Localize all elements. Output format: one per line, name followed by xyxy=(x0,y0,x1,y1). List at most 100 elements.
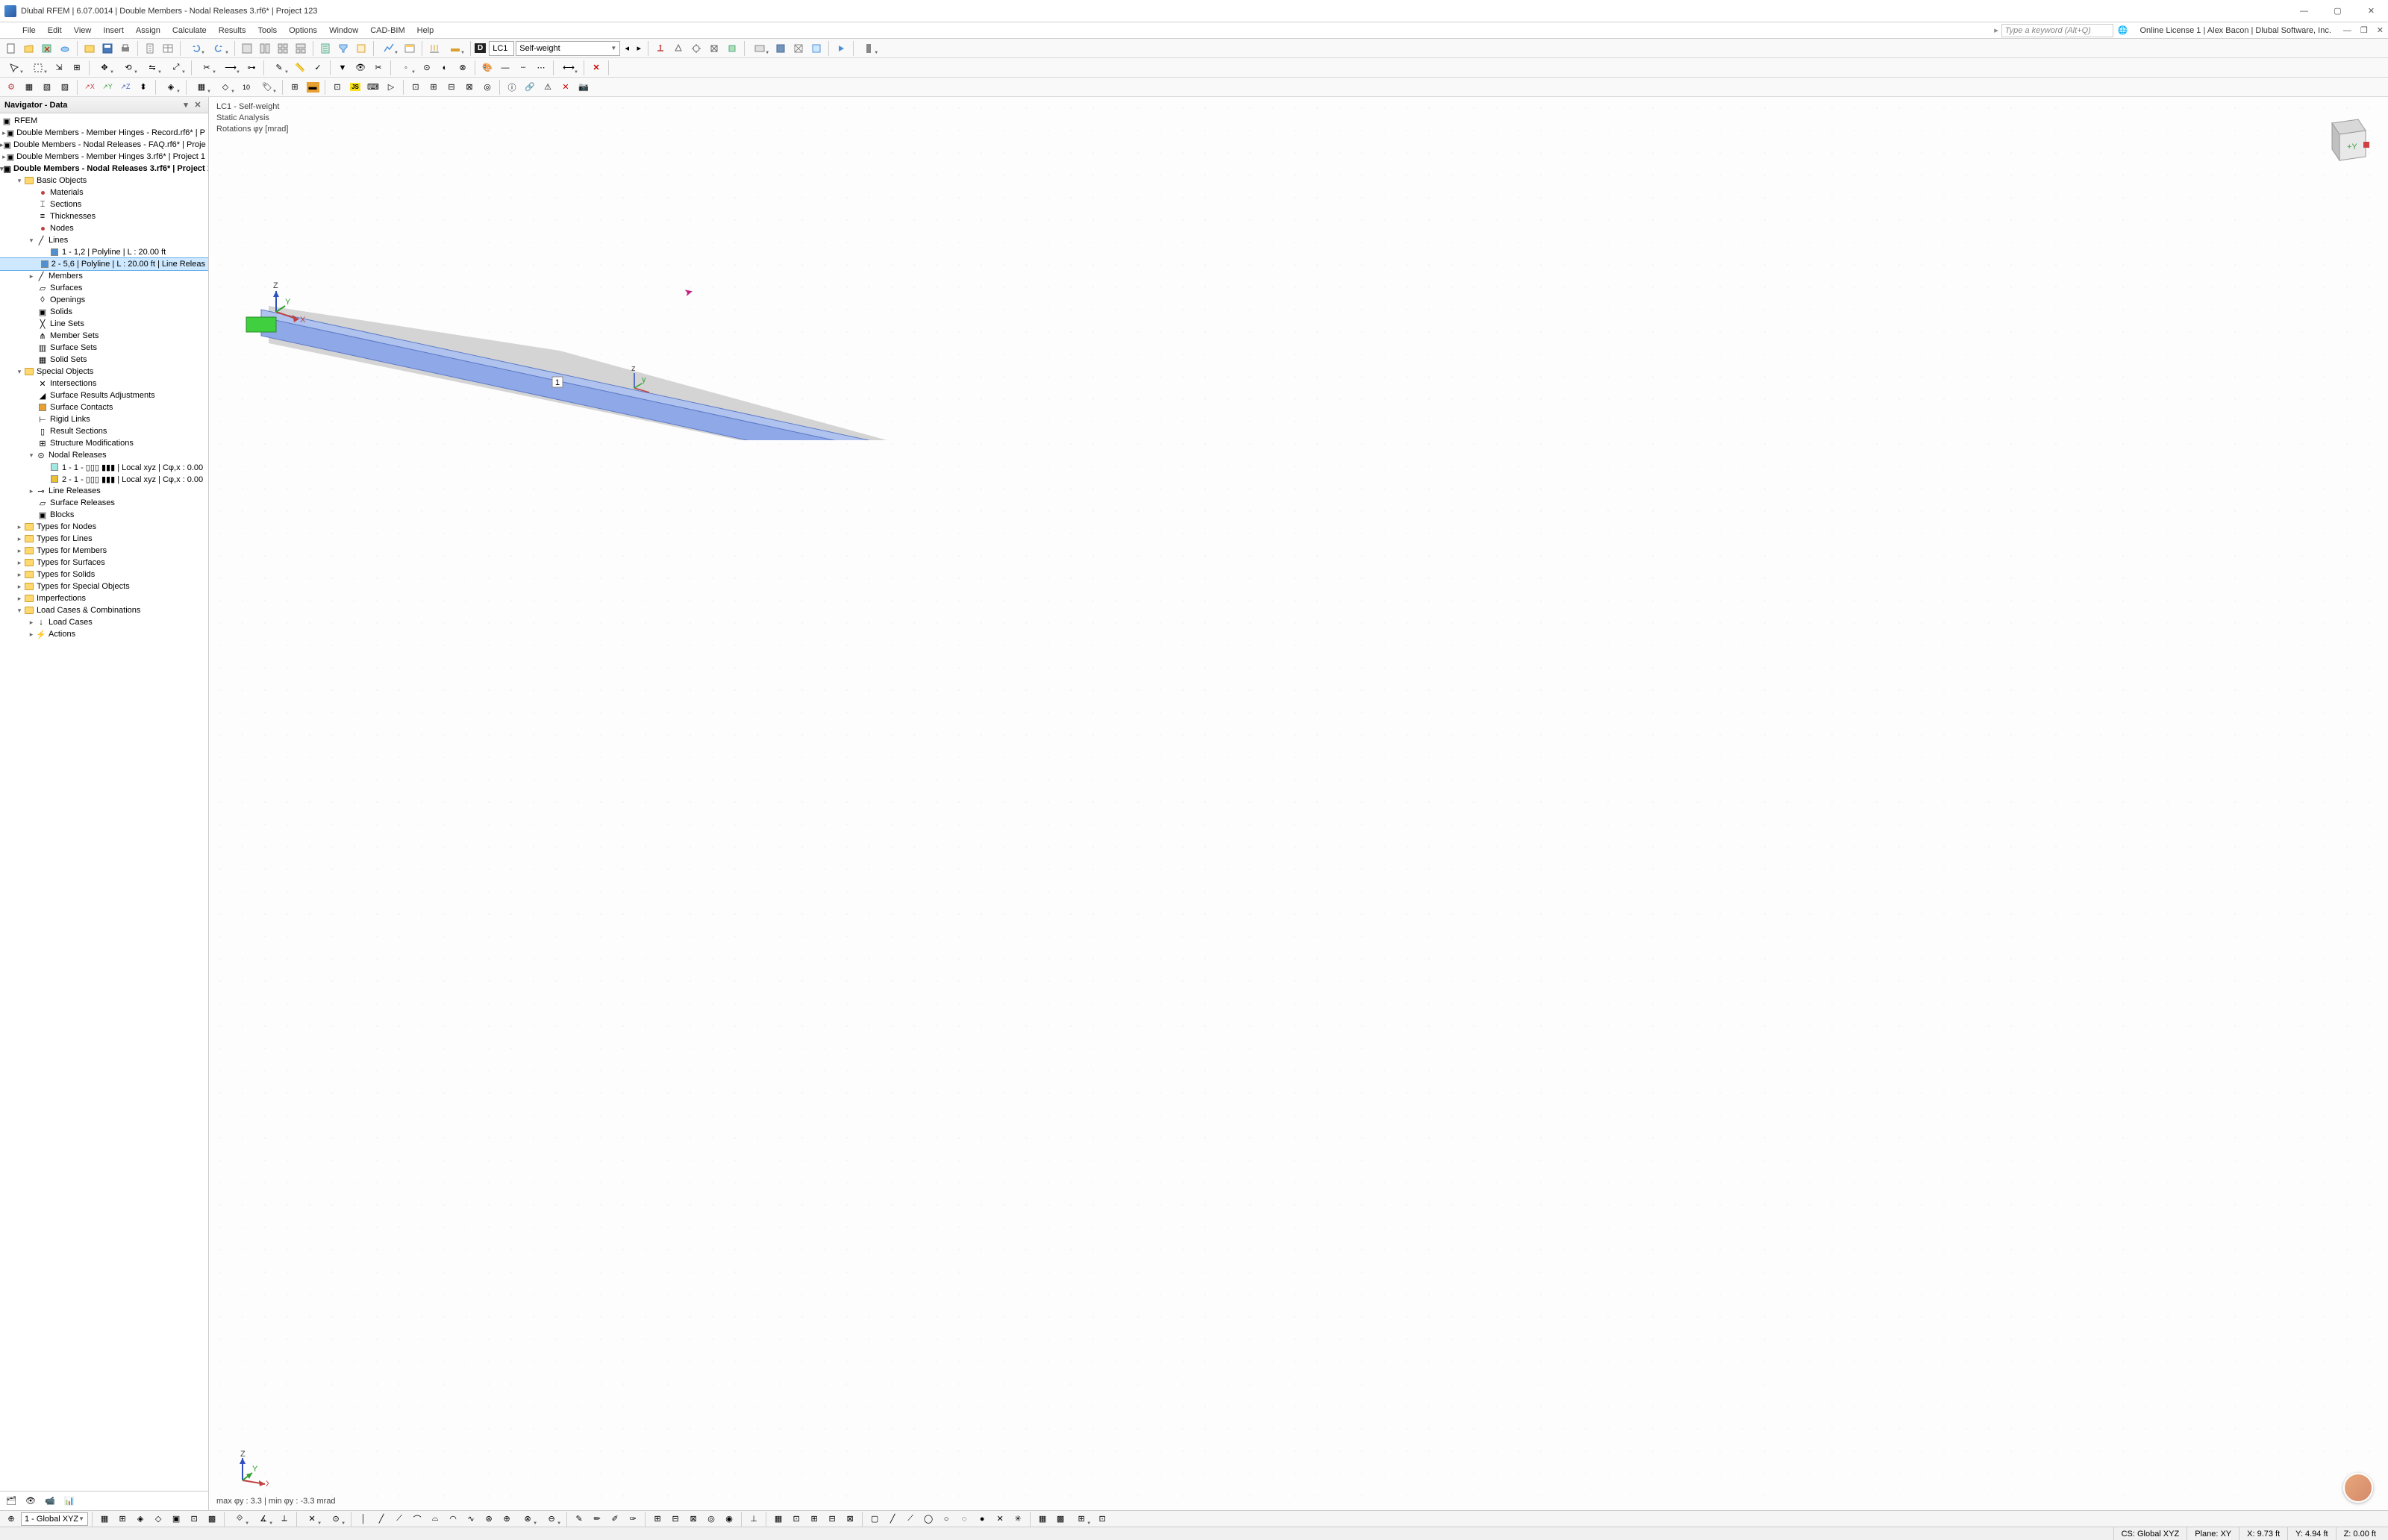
filter-button[interactable]: ▼ xyxy=(334,60,351,76)
script-console-button[interactable]: ⌨ xyxy=(365,79,381,96)
mirror-button[interactable]: ⇋▼ xyxy=(141,60,163,76)
tree-types-nodes[interactable]: ▸Types for Nodes xyxy=(0,521,208,533)
color-button[interactable]: 🎨 xyxy=(479,60,496,76)
sb-btn-2[interactable]: ⊞ xyxy=(114,1511,131,1527)
sb-btn-3[interactable]: ◈ xyxy=(132,1511,149,1527)
tree-basic-objects[interactable]: ▾Basic Objects xyxy=(0,175,208,187)
sb-btn-4[interactable]: ◇ xyxy=(150,1511,166,1527)
tree-loadcases[interactable]: ▸↓Load Cases xyxy=(0,616,208,628)
report-button[interactable] xyxy=(142,40,158,57)
line-style2-button[interactable]: ┄ xyxy=(515,60,531,76)
redo-button[interactable]: ▼ xyxy=(208,40,231,57)
connect-button[interactable]: ⊶ xyxy=(243,60,260,76)
calc-all-button[interactable] xyxy=(335,40,351,57)
sb-btn-11[interactable]: ⟋ xyxy=(391,1511,407,1527)
sb-btn-17[interactable]: ⊕ xyxy=(498,1511,515,1527)
sb-btn-23[interactable]: ⊟ xyxy=(667,1511,684,1527)
animation-button[interactable] xyxy=(833,40,849,57)
sb-dd-2[interactable]: ∡▼ xyxy=(252,1511,275,1527)
tree-line-1[interactable]: 1 - 1,2 | Polyline | L : 20.00 ft xyxy=(0,246,208,258)
sb-btn-36[interactable]: ◯ xyxy=(920,1511,937,1527)
sb-btn-14[interactable]: ◠ xyxy=(445,1511,461,1527)
tree-sections[interactable]: ⌶Sections xyxy=(0,198,208,210)
move-button[interactable]: ✥▼ xyxy=(93,60,116,76)
lc-prev-button[interactable]: ◂ xyxy=(622,40,632,57)
tree-surfcontacts[interactable]: Surface Contacts xyxy=(0,401,208,413)
show-3-button[interactable]: ⊟ xyxy=(443,79,460,96)
menu-edit[interactable]: Edit xyxy=(42,25,68,37)
view-2-button[interactable] xyxy=(257,40,273,57)
sb-btn-44[interactable]: ⊡ xyxy=(1094,1511,1110,1527)
tree-blocks[interactable]: ▣Blocks xyxy=(0,509,208,521)
rotate-button[interactable]: ⟲▼ xyxy=(117,60,140,76)
sb-dd-7[interactable]: ⊞▼ xyxy=(1070,1511,1093,1527)
grid-button[interactable]: ▦▼ xyxy=(190,79,213,96)
view-3-button[interactable] xyxy=(293,40,309,57)
sb-btn-10[interactable]: ╱ xyxy=(373,1511,390,1527)
maximize-button[interactable]: ▢ xyxy=(2321,0,2354,22)
axis-y-button[interactable]: ↗Y xyxy=(99,79,116,96)
tools-dd-button[interactable]: ▼ xyxy=(857,40,880,57)
show-5-button[interactable]: ◎ xyxy=(479,79,496,96)
navigator-close-button[interactable]: ✕ xyxy=(192,100,204,110)
tree-file[interactable]: ▸▣Double Members - Member Hinges 3.rf6* … xyxy=(0,151,208,163)
sb-btn-22[interactable]: ⊞ xyxy=(649,1511,666,1527)
script-js-button[interactable]: JS xyxy=(347,79,363,96)
show-4-button[interactable]: ⊠ xyxy=(461,79,478,96)
calc-button[interactable] xyxy=(317,40,334,57)
navigator-tree[interactable]: ▣RFEM ▸▣Double Members - Member Hinges -… xyxy=(0,113,208,1491)
menu-view[interactable]: View xyxy=(68,25,98,37)
tree-membersets[interactable]: ⋔Member Sets xyxy=(0,330,208,342)
sb-btn-31[interactable]: ⊟ xyxy=(824,1511,840,1527)
scale-button[interactable]: ⤢▼ xyxy=(165,60,187,76)
tree-solids[interactable]: ▣Solids xyxy=(0,306,208,318)
tree-types-special[interactable]: ▸Types for Special Objects xyxy=(0,580,208,592)
axis-x-button[interactable]: ↗X xyxy=(81,79,98,96)
sb-btn-21[interactable]: ✑ xyxy=(625,1511,641,1527)
results-toggle-button[interactable]: ▼ xyxy=(378,40,400,57)
tree-linereleases[interactable]: ▸⊸Line Releases xyxy=(0,485,208,497)
nav-display-button[interactable]: 👁 xyxy=(22,1493,39,1509)
sb-btn-32[interactable]: ⊠ xyxy=(842,1511,858,1527)
print-button[interactable] xyxy=(117,40,134,57)
tree-structmods[interactable]: ⊞Structure Modifications xyxy=(0,437,208,449)
tree-linesets[interactable]: ╳Line Sets xyxy=(0,318,208,330)
tree-surfaces[interactable]: ▱Surfaces xyxy=(0,282,208,294)
tree-nr-2[interactable]: 2 - 1 - ▯▯▯ ▮▮▮ | Local xyz | Cφ,x : 0.0… xyxy=(0,473,208,485)
sb-btn-1[interactable]: ▦ xyxy=(96,1511,113,1527)
sb-btn-26[interactable]: ◉ xyxy=(721,1511,737,1527)
render-3-button[interactable]: ▨ xyxy=(57,79,73,96)
menu-window[interactable]: Window xyxy=(323,25,364,37)
sb-btn-9[interactable]: │ xyxy=(355,1511,372,1527)
tree-imperfections[interactable]: ▸Imperfections xyxy=(0,592,208,604)
check-button[interactable]: ✓ xyxy=(310,60,326,76)
tree-actions[interactable]: ▸⚡Actions xyxy=(0,628,208,640)
snap-2-button[interactable]: ⊙ xyxy=(419,60,435,76)
sb-btn-38[interactable]: ◌ xyxy=(956,1511,972,1527)
axis-iso-button[interactable]: ⬍ xyxy=(135,79,151,96)
menu-calculate[interactable]: Calculate xyxy=(166,25,213,37)
save-button[interactable] xyxy=(99,40,116,57)
camera-button[interactable]: 📷 xyxy=(575,79,592,96)
table-button[interactable] xyxy=(160,40,176,57)
unit-button[interactable]: 10 xyxy=(238,79,254,96)
calc-fast-button[interactable] xyxy=(353,40,369,57)
snap-1-button[interactable]: ◦▼ xyxy=(395,60,417,76)
visibility-button[interactable]: 👁 xyxy=(352,60,369,76)
surface-button[interactable]: ▬ xyxy=(304,79,321,96)
close-model-button[interactable] xyxy=(39,40,55,57)
sb-btn-35[interactable]: ⟋ xyxy=(902,1511,919,1527)
render-2-button[interactable]: ▧ xyxy=(39,79,55,96)
sb-btn-16[interactable]: ⊛ xyxy=(481,1511,497,1527)
sb-dd-6[interactable]: ⊖▼ xyxy=(540,1511,563,1527)
sb-btn-30[interactable]: ⊞ xyxy=(806,1511,822,1527)
tree-thicknesses[interactable]: ≡Thicknesses xyxy=(0,210,208,222)
tree-rigidlinks[interactable]: ⊢Rigid Links xyxy=(0,413,208,425)
model-check-button[interactable]: ⚙ xyxy=(3,79,19,96)
sb-btn-5[interactable]: ▣ xyxy=(168,1511,184,1527)
support-1-button[interactable] xyxy=(652,40,669,57)
nav-views-button[interactable]: 📹 xyxy=(42,1493,58,1509)
lc-code-input[interactable]: LC1 xyxy=(489,41,514,56)
viewport[interactable]: LC1 - Self-weight Static Analysis Rotati… xyxy=(209,97,2388,1510)
keyword-search[interactable]: Type a keyword (Alt+Q) xyxy=(2001,24,2113,37)
